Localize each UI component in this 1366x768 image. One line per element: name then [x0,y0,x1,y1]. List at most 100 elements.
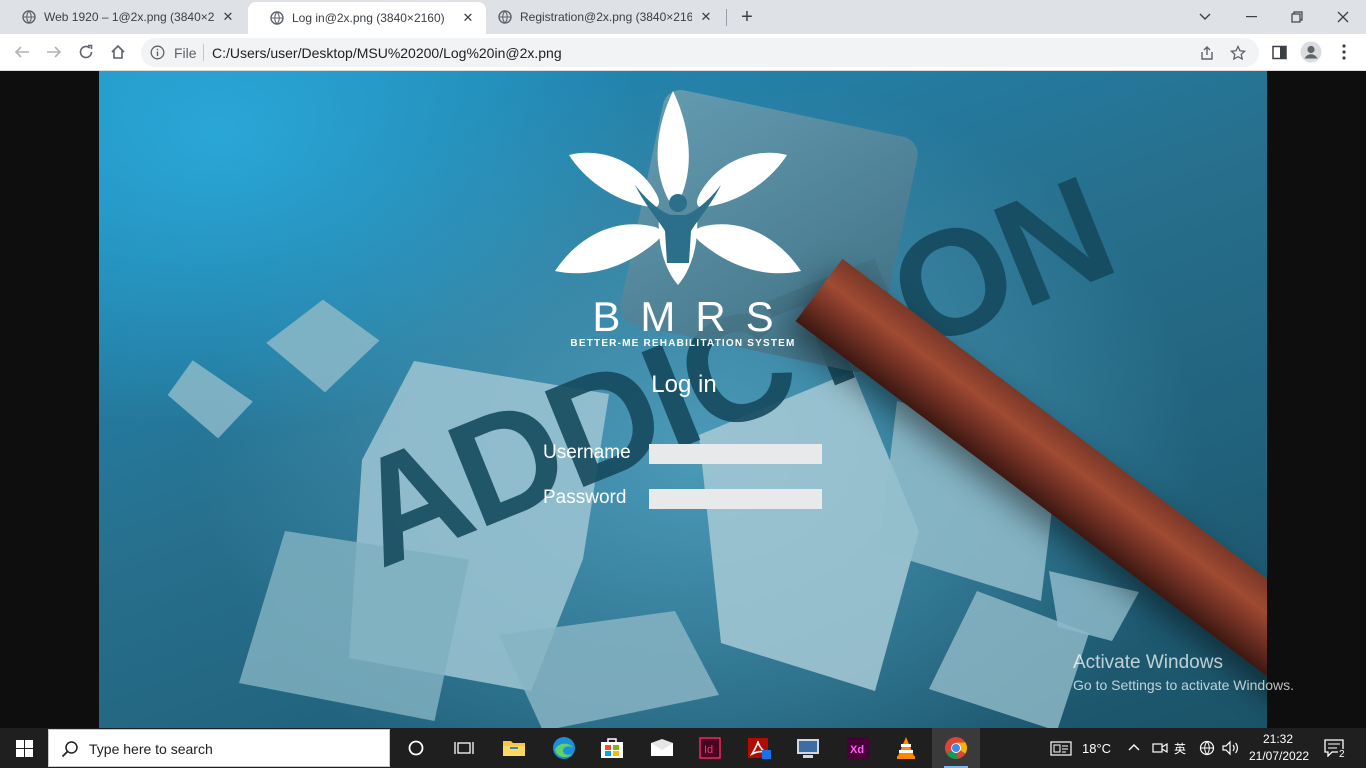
username-label: Username [543,442,631,463]
task-view-button[interactable] [440,728,488,768]
windows-taskbar: Type here to search Id Xd 18°C 英 21:32 2… [0,728,1366,768]
avatar-icon [1300,41,1322,63]
side-panel-icon [1271,45,1287,59]
restore-icon [1291,11,1303,23]
forward-arrow-icon [47,46,62,58]
file-explorer-icon [503,741,525,756]
more-vert-icon [1342,44,1346,60]
weather-temp[interactable]: 18°C [1082,741,1111,756]
close-tab-icon[interactable]: ✕ [460,10,476,26]
vlc-icon [897,737,915,759]
brand-name: BMRS [592,293,794,340]
close-window-button[interactable] [1320,0,1366,34]
login-heading: Log in [651,371,717,398]
windows-logo-icon [15,739,33,757]
tab-title: Registration@2x.png (3840×2160) [520,10,692,24]
chevron-down-icon [1199,13,1211,20]
side-panel-button[interactable] [1265,38,1293,66]
tab-web-1920[interactable]: Web 1920 – 1@2x.png (3840×2160) ✕ [0,0,246,34]
chrome-icon [945,737,967,760]
clock-time[interactable]: 21:32 [1263,732,1293,746]
xd-icon: Xd [847,737,869,759]
store-icon [601,738,623,758]
edge-icon [553,737,575,759]
back-button[interactable] [8,38,36,66]
reload-button[interactable] [72,38,100,66]
home-icon [111,44,125,59]
restore-button[interactable] [1274,0,1320,34]
mail-button[interactable] [638,728,686,768]
profile-button[interactable] [1297,38,1325,66]
globe-icon [498,10,512,24]
password-label: Password [543,487,627,508]
bookmark-star-icon[interactable] [1230,45,1246,61]
globe-network-icon[interactable] [1199,740,1215,756]
close-icon [1337,11,1349,23]
notification-count: 2 [1338,749,1346,760]
meet-camera-icon[interactable] [1152,740,1168,756]
chevron-up-icon[interactable] [1128,743,1140,751]
tab-divider [726,9,727,26]
minimize-icon [1245,16,1257,18]
omnibox-divider [203,44,204,61]
close-tab-icon[interactable]: ✕ [220,9,236,25]
forward-button[interactable] [40,38,68,66]
minimize-button[interactable] [1228,0,1274,34]
back-arrow-icon [14,46,29,58]
password-field[interactable] [649,489,822,509]
debris-shard [160,357,258,445]
bmrs-flower-logo-icon [555,91,801,285]
activate-windows-watermark: Activate Windows Go to Settings to activ… [1073,652,1294,693]
reload-icon [79,44,93,59]
home-button[interactable] [104,38,132,66]
globe-icon [270,11,284,25]
edge-button[interactable] [540,728,588,768]
chrome-button[interactable] [932,728,980,768]
weather-icon[interactable] [1050,741,1072,756]
tab-log-in[interactable]: Log in@2x.png (3840×2160) ✕ [248,2,486,34]
vlc-button[interactable] [882,728,930,768]
start-button[interactable] [0,728,48,768]
task-view-icon [454,742,474,754]
tab-title: Web 1920 – 1@2x.png (3840×2160) [44,10,214,24]
brand-tagline: BETTER-ME REHABILITATION SYSTEM [570,338,796,349]
username-field[interactable] [649,444,822,464]
url-text[interactable]: C:/Users/user/Desktop/MSU%20200/Log%20in… [212,45,562,61]
indesign-button[interactable]: Id [686,728,734,768]
cortana-button[interactable] [392,728,440,768]
address-bar[interactable]: File C:/Users/user/Desktop/MSU%20200/Log… [141,38,1259,67]
network-app-icon [797,739,819,758]
scheme-label: File [174,45,197,61]
globe-icon [22,10,36,24]
tab-strip: Web 1920 – 1@2x.png (3840×2160) ✕ Log in… [0,0,1366,34]
network-app-button[interactable] [784,728,832,768]
search-placeholder: Type here to search [89,741,213,757]
xd-button[interactable]: Xd [834,728,882,768]
activate-subtitle: Go to Settings to activate Windows. [1073,677,1294,693]
acrobat-icon [748,738,771,759]
store-button[interactable] [588,728,636,768]
tab-registration[interactable]: Registration@2x.png (3840×2160) ✕ [476,0,724,34]
svg-text:Id: Id [704,744,713,756]
tab-title: Log in@2x.png (3840×2160) [292,11,445,25]
tab-search-button[interactable] [1182,0,1228,34]
login-design-image: ADDICTION BMRS BETTER-ME REHABILITATION … [99,71,1267,728]
indesign-icon: Id [699,737,721,759]
image-viewport: ADDICTION BMRS BETTER-ME REHABILITATION … [0,71,1366,728]
file-explorer-button[interactable] [490,728,538,768]
cortana-circle-icon [408,740,424,756]
menu-button[interactable] [1330,38,1358,66]
acrobat-button[interactable] [735,728,783,768]
mail-icon [651,739,673,756]
input-method-indicator[interactable]: 英 [1174,740,1186,757]
share-icon[interactable] [1199,45,1215,61]
close-tab-icon[interactable]: ✕ [698,9,714,25]
taskbar-search-box[interactable]: Type here to search [48,729,390,767]
search-icon [61,741,78,758]
svg-text:Xd: Xd [850,744,864,756]
volume-icon[interactable] [1222,740,1240,756]
info-icon[interactable] [150,45,165,60]
browser-toolbar: File C:/Users/user/Desktop/MSU%20200/Log… [0,34,1366,71]
new-tab-button[interactable]: + [736,6,758,28]
clock-date[interactable]: 21/07/2022 [1249,749,1309,763]
